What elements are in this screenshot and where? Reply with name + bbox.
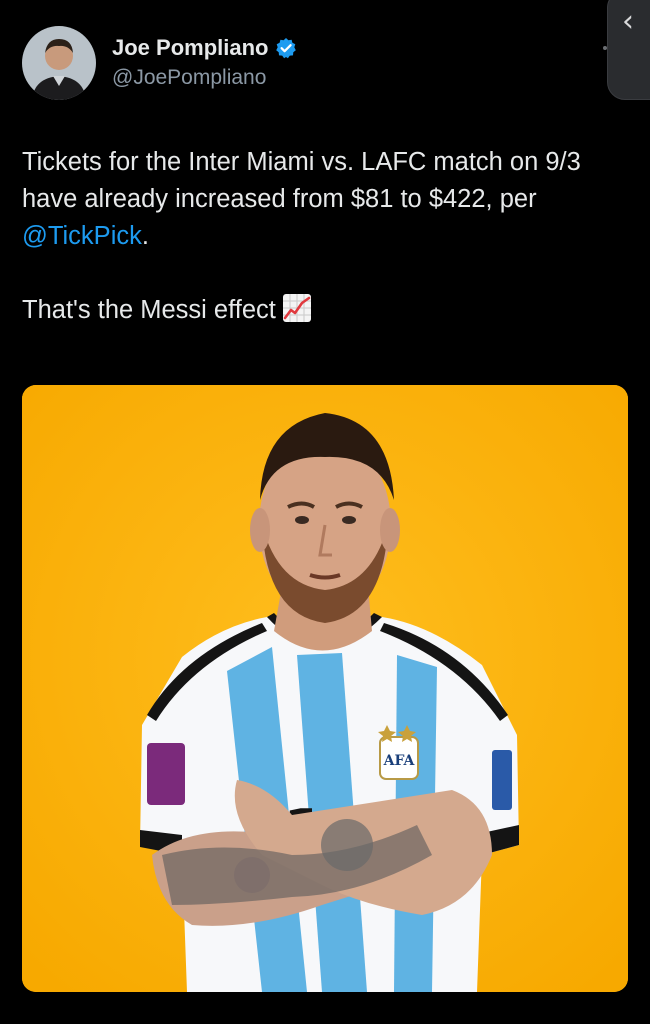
afa-crest: AFA: [383, 753, 416, 769]
verified-badge-icon: [275, 37, 297, 59]
tweet-header: Joe Pompliano @JoePompliano: [22, 26, 297, 100]
chart-increasing-icon: [282, 293, 312, 323]
tweet-paragraph-2: That's the Messi effect: [22, 292, 632, 329]
mention-link[interactable]: @TickPick: [22, 222, 142, 250]
tweet-media-image[interactable]: AFA 10: [22, 385, 628, 992]
tweet-text-period: .: [141, 222, 149, 250]
tweet-text-part2: That's the Messi effect: [22, 296, 276, 324]
chevron-left-icon[interactable]: ‹: [622, 4, 634, 39]
tweet-text: Tickets for the Inter Miami vs. LAFC mat…: [22, 144, 632, 329]
tweet: ‹ Joe Pompliano @JoePompliano Tickets fo…: [0, 0, 650, 1024]
avatar[interactable]: [22, 26, 96, 100]
author-name[interactable]: Joe Pompliano: [112, 34, 268, 62]
tweet-paragraph-1: Tickets for the Inter Miami vs. LAFC mat…: [22, 144, 632, 255]
tweet-text-part1: Tickets for the Inter Miami vs. LAFC mat…: [22, 148, 581, 213]
author-handle[interactable]: @JoePompliano: [112, 64, 297, 92]
dot-indicator: [603, 46, 607, 50]
